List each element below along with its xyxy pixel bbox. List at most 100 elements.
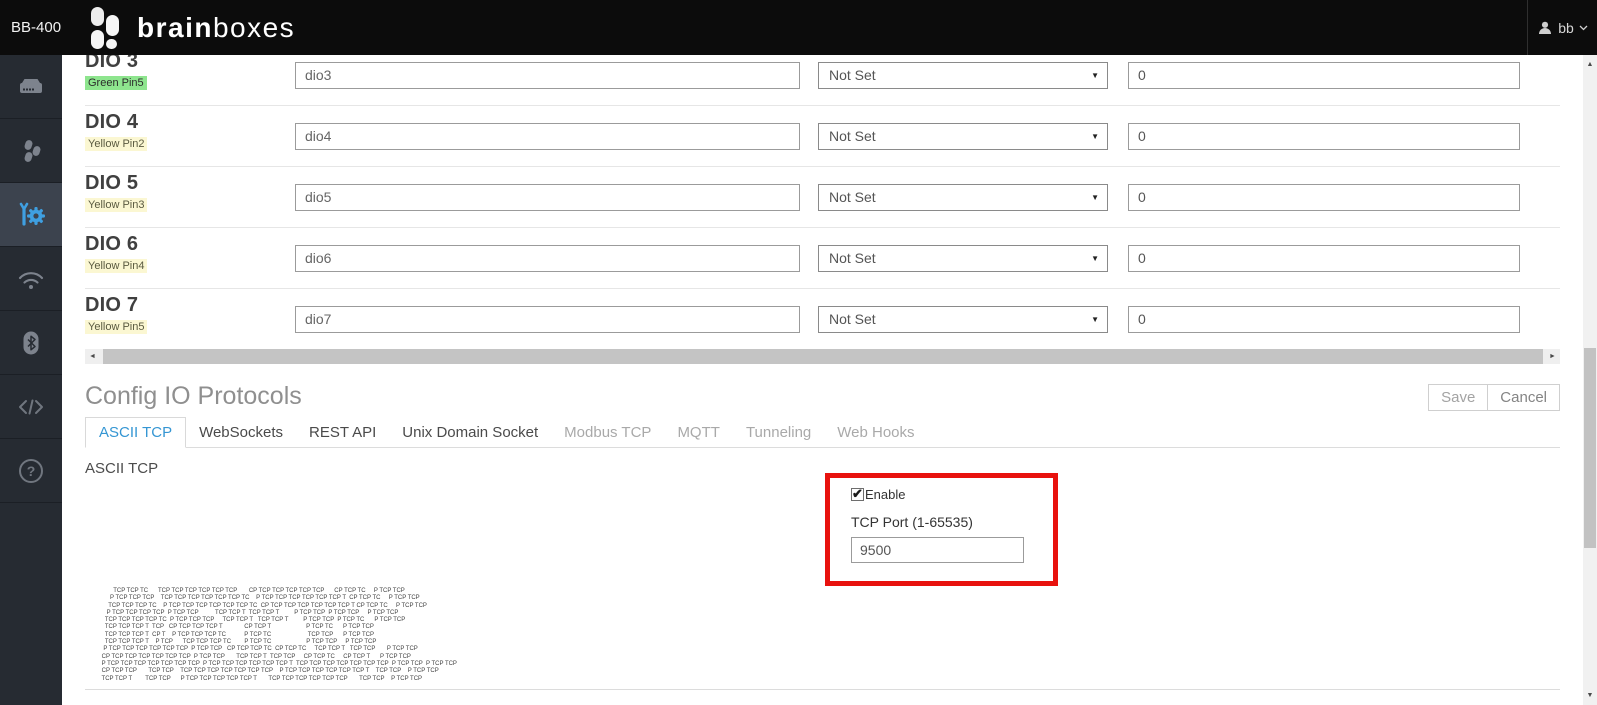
brainboxes-mark-icon: [91, 6, 119, 49]
select-arrow-icon: ▼: [1091, 314, 1099, 324]
select-arrow-icon: ▼: [1091, 131, 1099, 141]
annotation-highlight: Enable TCP Port (1-65535): [825, 473, 1058, 586]
panel-title: ASCII TCP: [85, 460, 159, 477]
io-row-label: DIO 3 Green Pin5: [85, 55, 295, 105]
scroll-right-arrow-icon[interactable]: ►: [1545, 349, 1560, 364]
selected-option: Not Set: [829, 311, 876, 327]
selected-option: Not Set: [829, 128, 876, 144]
tab-websockets[interactable]: WebSockets: [186, 418, 296, 447]
select-arrow-icon: ▼: [1091, 253, 1099, 263]
vertical-scrollbar-thumb[interactable]: [1584, 348, 1596, 548]
io-value-input[interactable]: [1128, 305, 1520, 333]
tab-ascii-tcp[interactable]: ASCII TCP: [85, 417, 187, 448]
io-row: DIO 4 Yellow Pin2 Not Set ▼: [85, 106, 1560, 167]
selected-option: Not Set: [829, 189, 876, 205]
io-row-label: DIO 7 Yellow Pin5: [85, 289, 295, 349]
bluetooth-icon: [23, 331, 39, 354]
tab-web-hooks[interactable]: Web Hooks: [824, 418, 927, 447]
enable-label: Enable: [865, 487, 906, 502]
horizontal-scrollbar[interactable]: ◄ ►: [85, 349, 1560, 364]
selected-option: Not Set: [829, 250, 876, 266]
select-arrow-icon: ▼: [1091, 192, 1099, 202]
dio-name: DIO 5: [85, 172, 139, 194]
io-rows: DIO 3 Green Pin5 Not Set ▼ DIO 4 Yellow …: [62, 55, 1583, 349]
pin-badge: Yellow Pin2: [85, 137, 148, 151]
tab-unix-domain-socket[interactable]: Unix Domain Socket: [389, 418, 551, 447]
tab-tunneling[interactable]: Tunneling: [733, 418, 824, 447]
wifi-icon: [18, 271, 44, 289]
dio-name: DIO 6: [85, 233, 139, 255]
chevron-down-icon: [1579, 25, 1588, 30]
io-name-input[interactable]: [295, 183, 800, 211]
io-name-input[interactable]: [295, 61, 800, 89]
scroll-down-arrow-icon[interactable]: ▼: [1583, 688, 1597, 703]
io-name-input[interactable]: [295, 305, 800, 333]
io-value-input[interactable]: [1128, 122, 1520, 150]
protocols-section-header: Config IO Protocols Save Cancel: [85, 381, 1560, 411]
save-button[interactable]: Save: [1428, 384, 1489, 411]
cancel-button[interactable]: Cancel: [1487, 384, 1560, 411]
io-function-select[interactable]: Not Set ▼: [818, 183, 1108, 211]
io-row: DIO 3 Green Pin5 Not Set ▼: [85, 55, 1560, 106]
io-function-select[interactable]: Not Set ▼: [818, 305, 1108, 333]
io-name-input[interactable]: [295, 244, 800, 272]
brand-text: brainboxes: [137, 11, 296, 43]
connections-icon: [24, 139, 41, 162]
dio-name: DIO 7: [85, 294, 139, 316]
selected-option: Not Set: [829, 67, 876, 83]
tab-rest-api[interactable]: REST API: [296, 418, 389, 447]
tcp-word-art: TCP TCP TC TCP TCP TCP TCP TCP TCP CP TC…: [101, 588, 457, 682]
dio-name: DIO 3: [85, 55, 139, 72]
io-row: DIO 7 Yellow Pin5 Not Set ▼: [85, 289, 1560, 349]
enable-row[interactable]: Enable: [851, 486, 1053, 502]
scroll-left-arrow-icon[interactable]: ◄: [85, 349, 100, 364]
section-title: Config IO Protocols: [85, 382, 302, 410]
device-name: BB-400: [11, 19, 62, 36]
tcp-port-label: TCP Port (1-65535): [851, 514, 973, 530]
sidebar-item-wifi[interactable]: [0, 247, 62, 311]
io-value-input[interactable]: [1128, 244, 1520, 272]
help-icon: ?: [19, 458, 43, 483]
sidebar-item-io[interactable]: [0, 183, 62, 247]
sidebar-item-connections[interactable]: [0, 119, 62, 183]
pin-badge: Yellow Pin3: [85, 198, 148, 212]
dio-name: DIO 4: [85, 111, 139, 133]
pin-badge: Yellow Pin5: [85, 320, 148, 334]
pin-badge: Green Pin5: [85, 76, 147, 90]
io-row-label: DIO 4 Yellow Pin2: [85, 106, 295, 166]
user-icon: [1539, 21, 1552, 34]
vertical-scrollbar[interactable]: ▲ ▼: [1583, 55, 1597, 705]
pin-badge: Yellow Pin4: [85, 259, 148, 273]
io-row: DIO 6 Yellow Pin4 Not Set ▼: [85, 228, 1560, 289]
main-content: DIO 3 Green Pin5 Not Set ▼ DIO 4 Yellow …: [62, 55, 1583, 705]
svg-text:?: ?: [27, 463, 36, 479]
io-row-label: DIO 6 Yellow Pin4: [85, 228, 295, 288]
tab-modbus-tcp[interactable]: Modbus TCP: [551, 418, 664, 447]
io-value-input[interactable]: [1128, 61, 1520, 89]
button-group: Save Cancel: [1428, 384, 1560, 411]
tab-mqtt[interactable]: MQTT: [664, 418, 733, 447]
horizontal-scrollbar-thumb[interactable]: [103, 349, 1543, 364]
sidebar-item-code[interactable]: [0, 375, 62, 439]
io-row-label: DIO 5 Yellow Pin3: [85, 167, 295, 227]
brainboxes-logo: brainboxes: [79, 6, 295, 50]
code-icon: [19, 399, 43, 414]
tcp-port-input[interactable]: [851, 537, 1024, 563]
sidebar-item-bluetooth[interactable]: [0, 311, 62, 375]
io-row: DIO 5 Yellow Pin3 Not Set ▼: [85, 167, 1560, 228]
io-function-select[interactable]: Not Set ▼: [818, 244, 1108, 272]
io-settings-icon: [19, 202, 45, 226]
user-menu[interactable]: bb: [1527, 0, 1597, 55]
sidebar-item-device[interactable]: [0, 55, 62, 119]
sidebar-item-help[interactable]: ?: [0, 439, 62, 503]
io-value-input[interactable]: [1128, 183, 1520, 211]
io-function-select[interactable]: Not Set ▼: [818, 61, 1108, 89]
select-arrow-icon: ▼: [1091, 70, 1099, 80]
io-name-input[interactable]: [295, 122, 800, 150]
protocol-tabs: ASCII TCP WebSockets REST API Unix Domain S…: [85, 417, 1560, 448]
scroll-up-arrow-icon[interactable]: ▲: [1583, 57, 1597, 72]
enable-checkbox[interactable]: [851, 486, 864, 502]
panel-bottom-divider: [85, 689, 1560, 690]
io-function-select[interactable]: Not Set ▼: [818, 122, 1108, 150]
user-name: bb: [1558, 19, 1574, 36]
